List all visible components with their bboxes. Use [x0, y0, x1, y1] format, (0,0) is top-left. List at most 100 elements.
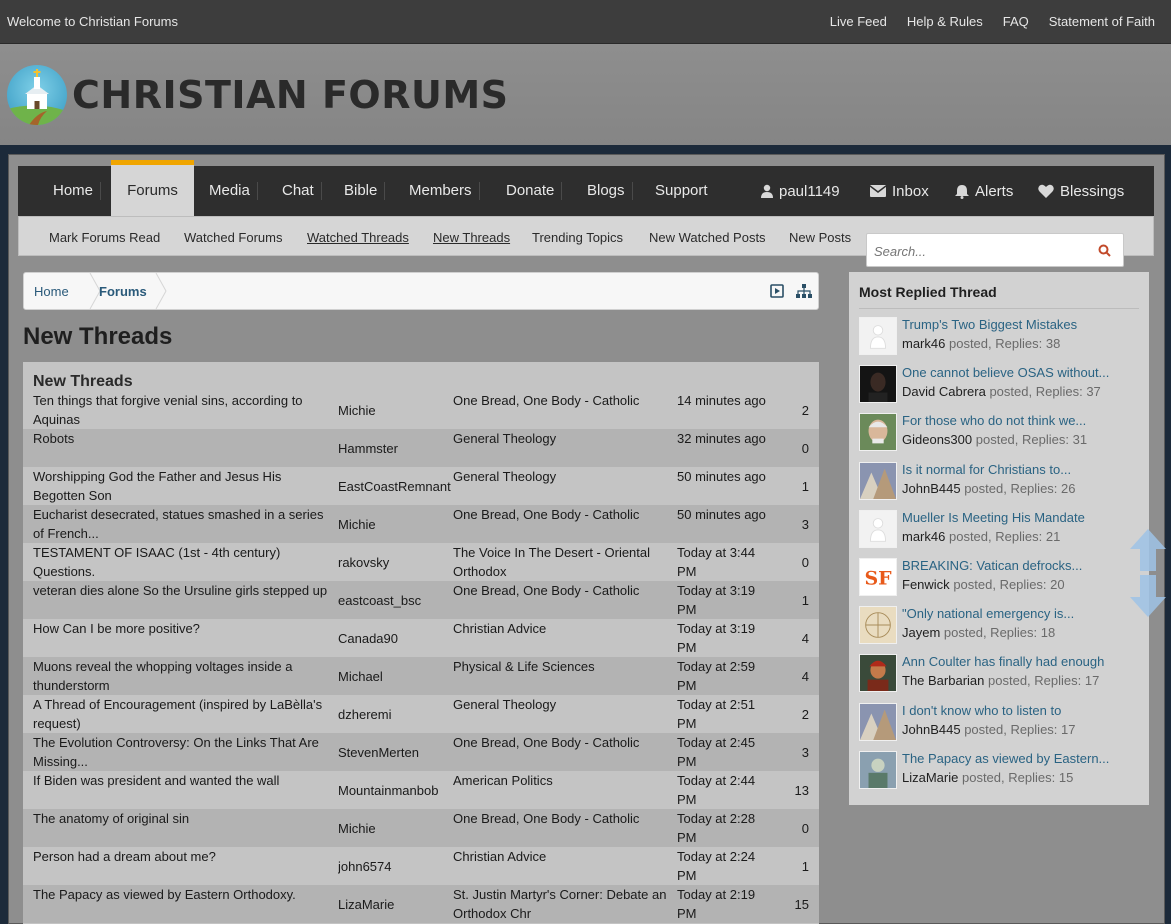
thread-forum-link[interactable]: St. Justin Martyr's Corner: Debate an Or… [453, 885, 675, 923]
thread-title-link[interactable]: The anatomy of original sin [33, 809, 333, 847]
new-posts-link[interactable]: New Posts [789, 230, 851, 245]
church-logo-icon[interactable] [7, 65, 67, 125]
mark-forums-read-link[interactable]: Mark Forums Read [49, 230, 160, 245]
most-replied-thread-link[interactable]: BREAKING: Vatican defrocks... [902, 558, 1082, 573]
thread-author-link[interactable]: john6574 [338, 847, 453, 885]
man-portrait-avatar-icon[interactable] [859, 413, 897, 451]
thread-title-link[interactable]: veteran dies alone So the Ursuline girls… [33, 581, 333, 619]
most-replied-author[interactable]: mark46 [902, 336, 945, 351]
thread-author-link[interactable]: Michie [338, 809, 453, 847]
most-replied-author[interactable]: Gideons300 [902, 432, 972, 447]
most-replied-author[interactable]: mark46 [902, 529, 945, 544]
nav-donate[interactable]: Donate [506, 166, 563, 216]
site-title[interactable]: CHRISTIAN FORUMS [72, 73, 509, 117]
help-rules-link[interactable]: Help & Rules [907, 14, 983, 29]
dark-portrait-avatar-icon[interactable] [859, 365, 897, 403]
thread-author-link[interactable]: Michael [338, 657, 453, 695]
blessings-link[interactable]: Blessings [1038, 166, 1124, 216]
statement-of-faith-link[interactable]: Statement of Faith [1049, 14, 1155, 29]
thread-forum-link[interactable]: General Theology [453, 429, 675, 467]
new-threads-link[interactable]: New Threads [433, 230, 510, 245]
nav-members[interactable]: Members [409, 166, 479, 216]
thread-forum-link[interactable]: General Theology [453, 695, 675, 733]
thread-title-link[interactable]: Robots [33, 429, 333, 467]
thread-title-link[interactable]: Eucharist desecrated, statues smashed in… [33, 505, 333, 543]
thread-author-link[interactable]: Hammster [338, 429, 453, 467]
thread-forum-link[interactable]: One Bread, One Body - Catholic [453, 581, 675, 619]
thread-author-link[interactable]: Michie [338, 505, 453, 543]
trending-topics-link[interactable]: Trending Topics [532, 230, 623, 245]
nav-bible[interactable]: Bible [344, 166, 386, 216]
most-replied-thread-link[interactable]: Trump's Two Biggest Mistakes [902, 317, 1077, 332]
breadcrumb-home[interactable]: Home [34, 284, 69, 299]
thread-author-link[interactable]: dzheremi [338, 695, 453, 733]
thread-author-link[interactable]: StevenMerten [338, 733, 453, 771]
nav-chat[interactable]: Chat [282, 166, 322, 216]
thread-title-link[interactable]: A Thread of Encouragement (inspired by L… [33, 695, 333, 733]
watched-forums-link[interactable]: Watched Forums [184, 230, 283, 245]
live-feed-link[interactable]: Live Feed [830, 14, 887, 29]
thread-forum-link[interactable]: The Voice In The Desert - Oriental Ortho… [453, 543, 675, 581]
watched-threads-link[interactable]: Watched Threads [307, 230, 409, 245]
painting-avatar-icon[interactable] [859, 703, 897, 741]
thread-title-link[interactable]: Worshipping God the Father and Jesus His… [33, 467, 333, 505]
thread-forum-link[interactable]: Physical & Life Sciences [453, 657, 675, 695]
most-replied-thread-link[interactable]: "Only national emergency is... [902, 606, 1074, 621]
most-replied-author[interactable]: JohnB445 [902, 722, 961, 737]
thread-forum-link[interactable]: General Theology [453, 467, 675, 505]
thread-forum-link[interactable]: Christian Advice [453, 847, 675, 885]
thread-forum-link[interactable]: One Bread, One Body - Catholic [453, 505, 675, 543]
most-replied-thread-link[interactable]: One cannot believe OSAS without... [902, 365, 1109, 380]
nav-home[interactable]: Home [53, 166, 102, 216]
most-replied-author[interactable]: JohnB445 [902, 481, 961, 496]
warrior-avatar-icon[interactable] [859, 654, 897, 692]
thread-author-link[interactable]: Canada90 [338, 619, 453, 657]
search-icon[interactable] [1098, 244, 1111, 257]
breadcrumb-forums[interactable]: Forums [99, 284, 147, 299]
most-replied-thread-link[interactable]: Ann Coulter has finally had enough [902, 654, 1104, 669]
new-watched-posts-link[interactable]: New Watched Posts [649, 230, 766, 245]
thread-title-link[interactable]: Ten things that forgive venial sins, acc… [33, 391, 333, 429]
default-avatar-icon[interactable] [859, 510, 897, 548]
nav-forums[interactable]: Forums [111, 160, 194, 217]
thread-forum-link[interactable]: One Bread, One Body - Catholic [453, 733, 675, 771]
jump-icon[interactable] [770, 284, 784, 298]
most-replied-thread-link[interactable]: I don't know who to listen to [902, 703, 1061, 718]
vitruvian-avatar-icon[interactable] [859, 606, 897, 644]
thread-forum-link[interactable]: Christian Advice [453, 619, 675, 657]
user-menu[interactable]: paul1149 [761, 166, 840, 216]
search-box[interactable] [866, 233, 1124, 267]
painting-avatar-icon[interactable] [859, 462, 897, 500]
thread-forum-link[interactable]: One Bread, One Body - Catholic [453, 391, 675, 429]
thread-forum-link[interactable]: One Bread, One Body - Catholic [453, 809, 675, 847]
thread-title-link[interactable]: Muons reveal the whopping voltages insid… [33, 657, 333, 695]
faq-link[interactable]: FAQ [1003, 14, 1029, 29]
nav-blogs[interactable]: Blogs [587, 166, 632, 216]
thread-author-link[interactable]: Michie [338, 391, 453, 429]
most-replied-author[interactable]: Fenwick [902, 577, 950, 592]
inbox-link[interactable]: Inbox [870, 166, 929, 216]
alerts-link[interactable]: Alerts [955, 166, 1013, 216]
thread-title-link[interactable]: The Evolution Controversy: On the Links … [33, 733, 333, 771]
nav-media[interactable]: Media [209, 166, 258, 216]
scroll-arrows-icon[interactable] [1128, 527, 1168, 619]
thread-title-link[interactable]: The Papacy as viewed by Eastern Orthodox… [33, 885, 333, 923]
most-replied-thread-link[interactable]: Mueller Is Meeting His Mandate [902, 510, 1085, 525]
most-replied-thread-link[interactable]: Is it normal for Christians to... [902, 462, 1071, 477]
most-replied-author[interactable]: The Barbarian [902, 673, 984, 688]
thread-author-link[interactable]: rakovsky [338, 543, 453, 581]
thread-author-link[interactable]: eastcoast_bsc [338, 581, 453, 619]
search-input[interactable] [874, 241, 1089, 261]
thread-title-link[interactable]: If Biden was president and wanted the wa… [33, 771, 333, 809]
icon-art-avatar-icon[interactable] [859, 751, 897, 789]
most-replied-author[interactable]: Jayem [902, 625, 940, 640]
most-replied-author[interactable]: LizaMarie [902, 770, 958, 785]
nav-support[interactable]: Support [655, 166, 708, 216]
thread-title-link[interactable]: Person had a dream about me? [33, 847, 333, 885]
thread-title-link[interactable]: How Can I be more positive? [33, 619, 333, 657]
most-replied-author[interactable]: David Cabrera [902, 384, 986, 399]
thread-title-link[interactable]: TESTAMENT OF ISAAC (1st - 4th century) Q… [33, 543, 333, 581]
thread-author-link[interactable]: Mountainmanbob [338, 771, 453, 809]
thread-author-link[interactable]: EastCoastRemnant [338, 467, 453, 505]
sitemap-icon[interactable] [796, 284, 812, 298]
